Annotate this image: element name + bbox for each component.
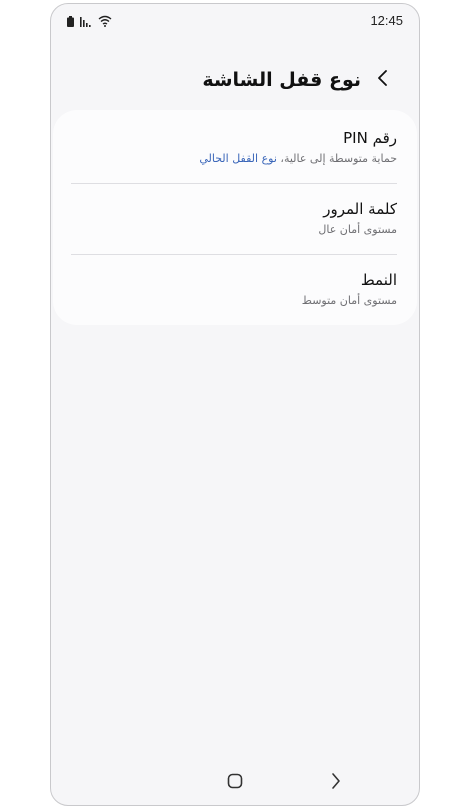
status-clock: 12:45 bbox=[370, 13, 403, 28]
wifi-icon bbox=[98, 15, 112, 27]
option-subtitle: حماية متوسطة إلى عالية، نوع القفل الحالي bbox=[199, 152, 397, 165]
option-title: رقم PIN bbox=[343, 129, 397, 147]
option-subtitle: مستوى أمان عال bbox=[318, 223, 397, 236]
current-lock-label: نوع القفل الحالي bbox=[199, 152, 277, 165]
option-subtitle-text: حماية متوسطة إلى عالية، bbox=[276, 152, 397, 165]
lock-type-list: رقم PIN حماية متوسطة إلى عالية، نوع القف… bbox=[53, 110, 417, 325]
lock-option-pattern[interactable]: النمط مستوى أمان متوسط bbox=[71, 255, 397, 325]
page-title: نوع قفل الشاشة bbox=[202, 69, 361, 91]
phone-screen: 12:45 نوع قفل الشاشة رقم PIN حماية متوسط… bbox=[50, 3, 420, 806]
status-bar: 12:45 bbox=[51, 4, 419, 38]
battery-icon bbox=[67, 15, 74, 27]
back-button[interactable] bbox=[367, 65, 397, 95]
back-icon[interactable] bbox=[331, 772, 341, 794]
navigation-bar bbox=[51, 755, 419, 805]
option-title: النمط bbox=[360, 271, 397, 289]
lock-option-password[interactable]: كلمة المرور مستوى أمان عال bbox=[71, 184, 397, 254]
page-header: نوع قفل الشاشة bbox=[51, 60, 419, 100]
home-icon[interactable] bbox=[227, 773, 243, 793]
signal-bars-icon bbox=[80, 16, 92, 27]
chevron-left-icon bbox=[376, 69, 388, 91]
option-subtitle: مستوى أمان متوسط bbox=[301, 294, 397, 307]
status-icons bbox=[67, 15, 112, 27]
lock-option-pin[interactable]: رقم PIN حماية متوسطة إلى عالية، نوع القف… bbox=[71, 110, 397, 180]
option-title: كلمة المرور bbox=[323, 200, 397, 218]
